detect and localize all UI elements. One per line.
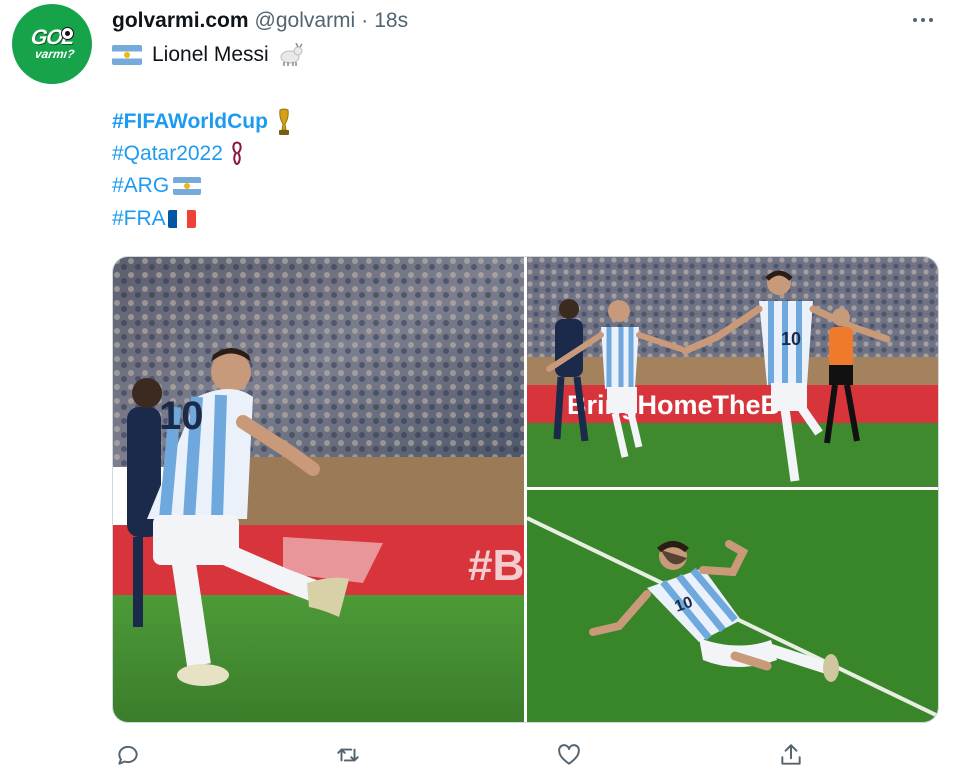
media-grid: #B 10 BringHomeTheB 10 10 [112, 256, 939, 723]
hashtag-link[interactable]: #FRA [112, 207, 166, 231]
tweet-text: Lionel Messi [152, 43, 269, 66]
argentina-flag-icon [112, 45, 142, 65]
photo-messi-knee-slide-celebration[interactable]: 10 [527, 490, 938, 722]
hashtag-line: #Qatar2022 [112, 139, 245, 169]
ad-board-text: BringHomeTheB [567, 390, 780, 420]
hashtag-link[interactable]: #FIFAWorldCup [112, 110, 268, 134]
france-flag-icon [167, 210, 196, 228]
user-handle[interactable]: @golvarmi [255, 9, 356, 33]
svg-text:10: 10 [159, 394, 204, 438]
goat-icon [277, 42, 303, 67]
more-options-icon[interactable] [908, 8, 938, 32]
reply-icon[interactable] [112, 740, 144, 770]
like-icon[interactable] [553, 740, 585, 770]
qatar-2022-logo-icon [229, 140, 245, 168]
tweet-text-line: Lionel Messi [112, 40, 303, 70]
avatar-logo-subtext: varmı? [34, 47, 76, 61]
tweet-actions [112, 740, 812, 770]
tweet[interactable]: GOL varmı? golvarmi.com @golvarmi · 18s … [0, 0, 960, 770]
trophy-icon [276, 108, 292, 136]
hashtag-line: #FRA [112, 204, 196, 234]
hashtag-link[interactable]: #ARG [112, 174, 169, 198]
photo-messi-celebrating-arms-out[interactable]: BringHomeTheB 10 [527, 257, 938, 487]
photo-messi-penalty-kick[interactable]: #B 10 [113, 257, 524, 722]
share-icon[interactable] [775, 740, 807, 770]
separator-dot: · [361, 9, 369, 32]
display-name[interactable]: golvarmi.com [112, 9, 249, 33]
ad-board-text: #B [468, 541, 524, 590]
football-icon [61, 27, 74, 40]
hashtag-link[interactable]: #Qatar2022 [112, 142, 223, 166]
svg-text:10: 10 [781, 329, 801, 349]
timestamp[interactable]: 18s [374, 9, 408, 33]
retweet-icon[interactable] [332, 740, 364, 770]
hashtag-line: #FIFAWorldCup [112, 107, 292, 137]
argentina-flag-icon [173, 177, 202, 195]
tweet-header: golvarmi.com @golvarmi · 18s [112, 6, 408, 36]
avatar[interactable]: GOL varmı? [12, 4, 92, 84]
hashtag-line: #ARG [112, 171, 202, 201]
